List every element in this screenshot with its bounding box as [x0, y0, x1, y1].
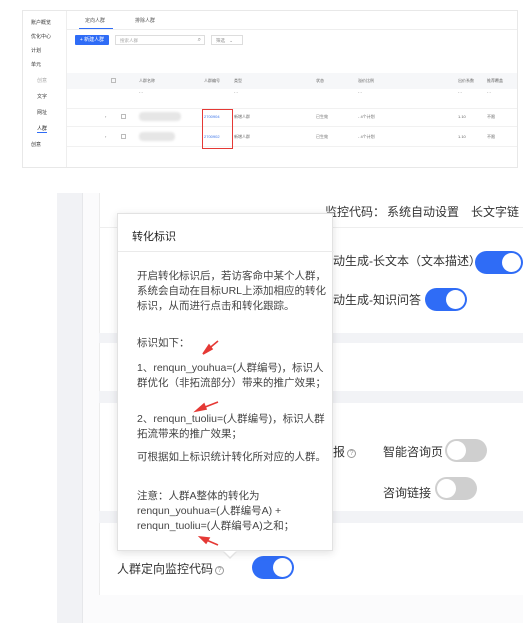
red-arrow-icon — [193, 401, 219, 413]
red-arrow-icon — [197, 535, 219, 546]
red-arrow-icon — [202, 340, 219, 355]
annotation-arrows — [193, 340, 219, 546]
